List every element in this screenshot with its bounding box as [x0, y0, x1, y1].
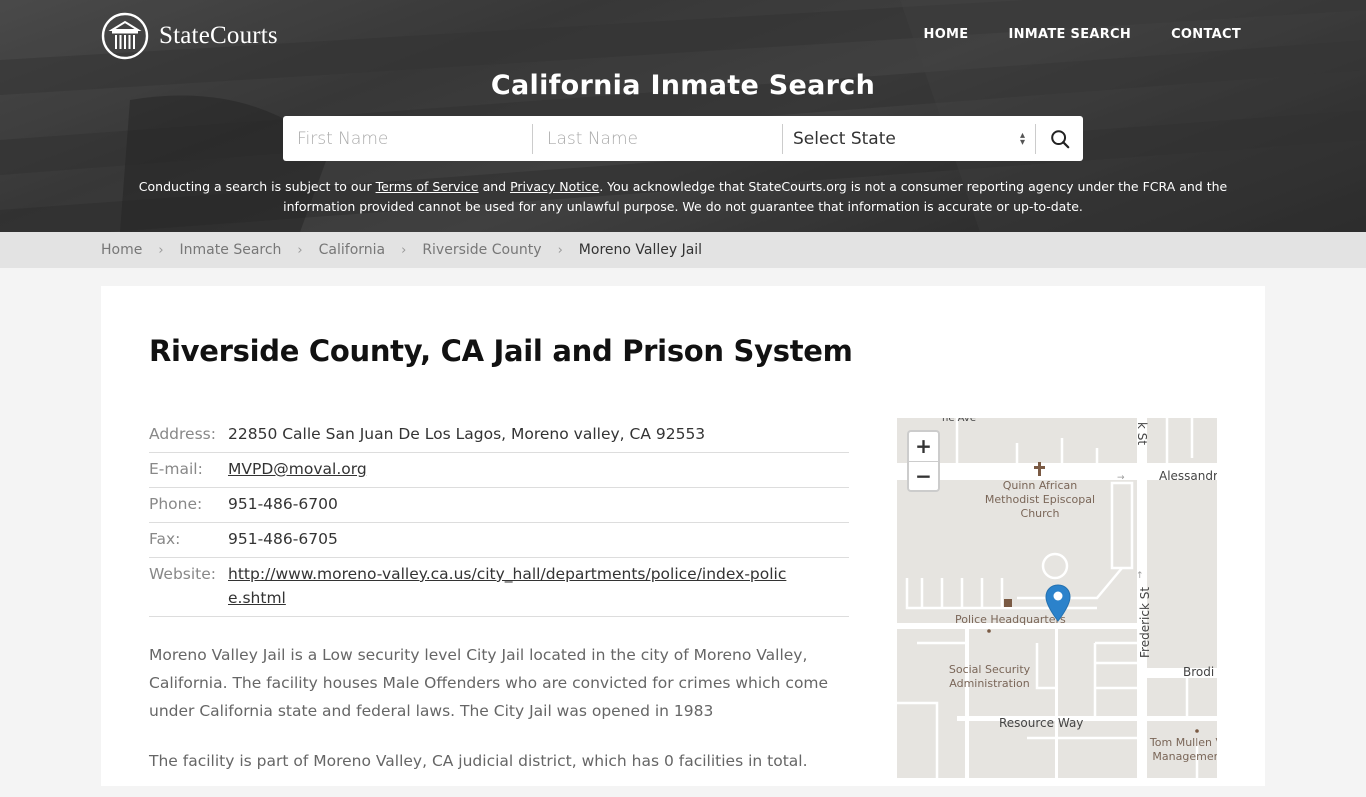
info-row-address: Address: 22850 Calle San Juan De Los Lag… — [149, 418, 849, 453]
map-label-resource-way: Resource Way — [999, 716, 1084, 730]
breadcrumb: Home › Inmate Search › California › Rive… — [0, 232, 1366, 268]
map-label-street: k St — [1135, 422, 1149, 446]
search-bar: First Name Last Name Select State ▴ ▾ — [283, 116, 1083, 161]
info-row-email: E-mail: MVPD@moval.org — [149, 453, 849, 488]
zoom-in-button[interactable]: + — [909, 432, 938, 462]
main-nav: HOME INMATE SEARCH CONTACT — [884, 27, 1241, 42]
map-label-alessandro: Alessandro — [1159, 469, 1217, 483]
first-name-input[interactable]: First Name — [283, 123, 533, 154]
address-value: 22850 Calle San Juan De Los Lagos, Moren… — [228, 425, 706, 443]
breadcrumb-california[interactable]: California — [319, 242, 385, 258]
fax-value: 951-486-6705 — [228, 530, 338, 548]
map-zoom-control: + − — [907, 430, 940, 492]
email-link[interactable]: MVPD@moval.org — [228, 460, 367, 478]
fax-label: Fax: — [149, 530, 181, 548]
hero-title: California Inmate Search — [490, 70, 876, 101]
privacy-notice-link[interactable]: Privacy Notice — [510, 179, 599, 194]
courthouse-logo-icon — [101, 12, 149, 60]
state-select-value: Select State — [793, 128, 896, 149]
disclaimer-text: Conducting a search is subject to our — [138, 179, 376, 194]
nav-home[interactable]: HOME — [924, 27, 969, 42]
chevron-right-icon: › — [158, 242, 164, 258]
chevron-right-icon: › — [401, 242, 407, 258]
map-label-street: he Ave — [942, 418, 976, 424]
info-row-phone: Phone: 951-486-6700 — [149, 488, 849, 523]
breadcrumb-home[interactable]: Home — [101, 242, 142, 258]
page-title: Riverside County, CA Jail and Prison Sys… — [149, 334, 853, 368]
search-button[interactable] — [1036, 116, 1083, 161]
breadcrumb-current: Moreno Valley Jail — [578, 242, 703, 258]
svg-text:↑: ↑ — [1136, 571, 1144, 581]
map-label-ssa: Social Security Administration — [948, 663, 1031, 690]
select-arrows-icon: ▴ ▾ — [1019, 129, 1025, 148]
description-paragraph: The facility is part of Moreno Valley, C… — [149, 752, 808, 770]
search-icon — [1050, 129, 1069, 148]
info-row-fax: Fax: 951-486-6705 — [149, 523, 849, 558]
terms-of-service-link[interactable]: Terms of Service — [376, 179, 479, 194]
breadcrumb-riverside-county[interactable]: Riverside County — [422, 242, 541, 258]
map-label-brodi: Brodi — [1183, 665, 1215, 679]
phone-value: 951-486-6700 — [228, 495, 338, 513]
breadcrumb-inmate-search[interactable]: Inmate Search — [180, 242, 282, 258]
email-label: E-mail: — [149, 460, 203, 478]
zoom-out-button[interactable]: − — [909, 462, 938, 491]
logo-text: StateCourts — [159, 22, 278, 49]
svg-text:→: → — [1117, 473, 1125, 483]
hero-banner: StateCourts HOME INMATE SEARCH CONTACT C… — [0, 0, 1366, 232]
info-row-website: Website: http://www.moreno-valley.ca.us/… — [149, 558, 849, 617]
nav-inmate-search[interactable]: INMATE SEARCH — [1008, 27, 1131, 42]
chevron-right-icon: › — [557, 242, 563, 258]
last-name-input[interactable]: Last Name — [533, 123, 783, 154]
map-label-frederick: Frederick St — [1138, 586, 1152, 658]
search-disclaimer: Conducting a search is subject to our Te… — [120, 177, 1246, 217]
nav-contact[interactable]: CONTACT — [1171, 27, 1241, 42]
state-select[interactable]: Select State ▴ ▾ — [783, 123, 1036, 154]
website-link[interactable]: http://www.moreno-valley.ca.us/city_hall… — [228, 565, 786, 607]
facility-description: Moreno Valley Jail is a Low security lev… — [149, 641, 849, 797]
map-label-tom-mullen: Tom Mullen V Managemen — [1149, 736, 1217, 763]
description-paragraph: Moreno Valley Jail is a Low security lev… — [149, 646, 829, 720]
address-label: Address: — [149, 425, 216, 443]
map-label-church: Quinn African Methodist Episcopal Church — [984, 479, 1096, 520]
website-label: Website: — [149, 565, 217, 583]
facility-info-table: Address: 22850 Calle San Juan De Los Lag… — [149, 418, 849, 617]
facility-card: Riverside County, CA Jail and Prison Sys… — [101, 286, 1265, 786]
phone-label: Phone: — [149, 495, 203, 513]
map-marker-icon[interactable] — [1045, 584, 1071, 622]
location-map[interactable]: → ↑ he Ave k St Alessandro Quinn African… — [897, 418, 1217, 778]
logo[interactable]: StateCourts — [101, 12, 278, 60]
disclaimer-text: and — [478, 179, 511, 194]
chevron-right-icon: › — [297, 242, 303, 258]
